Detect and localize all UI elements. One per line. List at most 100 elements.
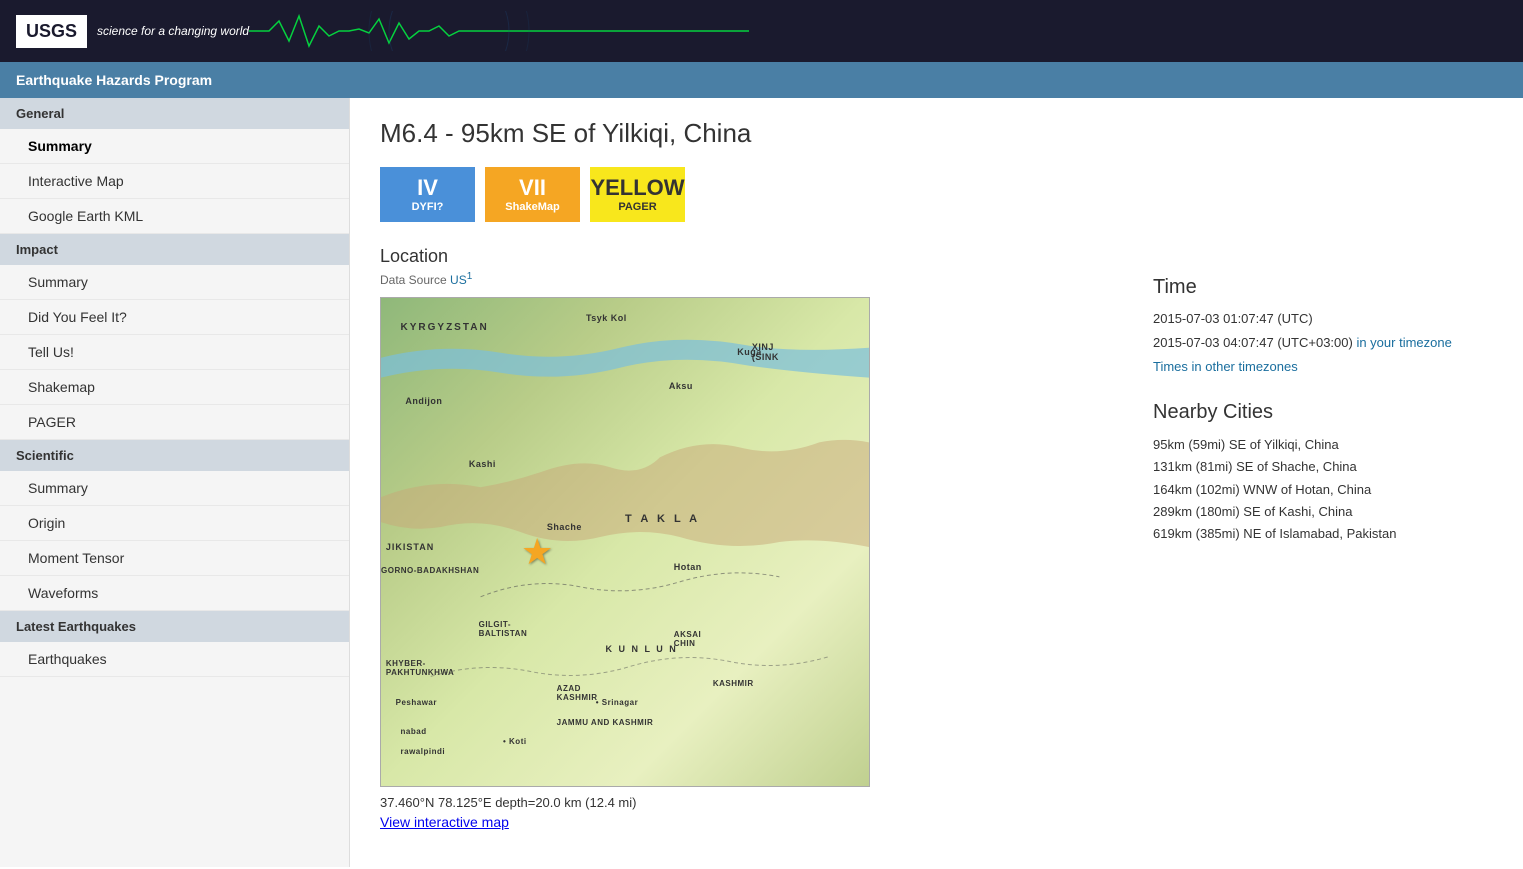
map-label-kyrgyzstan: KYRGYZSTAN	[401, 322, 489, 333]
dyfi-badge[interactable]: IV DYFI?	[380, 167, 475, 222]
nearby-cities-section: Nearby Cities 95km (59mi) SE of Yilkiqi,…	[1153, 401, 1493, 544]
city-3: 164km (102mi) WNW of Hotan, China	[1153, 479, 1493, 501]
view-map-container: View interactive map	[380, 814, 1113, 830]
city-1: 95km (59mi) SE of Yilkiqi, China	[1153, 434, 1493, 456]
google-earth-label: Google Earth KML	[28, 208, 143, 224]
data-source-link[interactable]: US1	[450, 273, 472, 287]
general-section-label: General	[16, 106, 64, 121]
map-label-hotan: Hotan	[674, 562, 702, 572]
local-time-line: 2015-07-03 04:07:47 (UTC+03:00) in your …	[1153, 333, 1493, 354]
interactive-map-label: Interactive Map	[28, 173, 124, 189]
other-timezones-text: Times in other timezones	[1153, 359, 1298, 374]
map-terrain-svg	[381, 298, 869, 786]
sidebar-item-google-earth[interactable]: Google Earth KML	[0, 199, 349, 234]
data-source-link-text: US	[450, 273, 467, 287]
view-map-text: View interactive map	[380, 814, 509, 830]
shakemap-number: VII	[519, 176, 546, 200]
nav-bar: Earthquake Hazards Program	[0, 62, 1523, 98]
map-label-tsykkol: Tsyk Kol	[586, 313, 627, 323]
map-label-kashi: Kashi	[469, 459, 496, 469]
tell-us-label: Tell Us!	[28, 344, 74, 360]
map-label-gorno: GORNO-BADAKHSHAN	[381, 566, 479, 575]
sidebar-item-summary-general[interactable]: Summary	[0, 129, 349, 164]
map-label-taklamakan: T A K L A	[625, 513, 700, 525]
info-layout: Location Data Source US1	[380, 246, 1493, 830]
pager-label: PAGER	[618, 201, 656, 213]
sidebar-section-general: General	[0, 98, 349, 129]
map-image: KYRGYZSTAN Tsyk Kol Kuga Aksu XINJ(SINK …	[381, 298, 869, 786]
wave-decoration	[249, 11, 749, 51]
logo-text: USGS	[26, 21, 77, 41]
sidebar-item-tell-us[interactable]: Tell Us!	[0, 335, 349, 370]
map-label-jammukashmir: JAMMU AND KASHMIR	[557, 718, 654, 727]
usgs-tagline: science for a changing world	[97, 24, 249, 38]
coords-text: 37.460°N 78.125°E depth=20.0 km (12.4 mi…	[380, 795, 1113, 810]
sidebar-item-did-you-feel[interactable]: Did You Feel It?	[0, 300, 349, 335]
shakemap-label: ShakeMap	[505, 201, 559, 213]
coords-value: 37.460°N 78.125°E depth=20.0 km (12.4 mi…	[380, 795, 636, 810]
map-label-gilgit: GILGIT-BALTISTAN	[479, 620, 528, 638]
sidebar-item-pager[interactable]: PAGER	[0, 405, 349, 440]
city-4: 289km (180mi) SE of Kashi, China	[1153, 501, 1493, 523]
logo-area: USGS science for a changing world	[16, 15, 249, 48]
sidebar-item-waveforms[interactable]: Waveforms	[0, 576, 349, 611]
summary-general-label: Summary	[28, 138, 92, 154]
location-section: Location Data Source US1	[380, 246, 1113, 830]
sidebar-item-earthquakes[interactable]: Earthquakes	[0, 642, 349, 677]
utc-time: 2015-07-03 01:07:47 (UTC)	[1153, 309, 1493, 330]
summary-scientific-label: Summary	[28, 480, 88, 496]
moment-tensor-label: Moment Tensor	[28, 550, 124, 566]
map-label-nabad: nabad	[401, 727, 427, 736]
time-section: Time 2015-07-03 01:07:47 (UTC) 2015-07-0…	[1153, 276, 1493, 377]
sidebar-section-latest: Latest Earthquakes	[0, 611, 349, 642]
time-title: Time	[1153, 276, 1493, 299]
data-source-sup: 1	[467, 271, 473, 282]
your-timezone-text: in your timezone	[1356, 335, 1451, 350]
sidebar-item-summary-impact[interactable]: Summary	[0, 265, 349, 300]
sidebar-section-impact: Impact	[0, 234, 349, 265]
data-source: Data Source US1	[380, 271, 1113, 287]
sidebar-item-shakemap[interactable]: Shakemap	[0, 370, 349, 405]
map-label-andijon: Andijon	[405, 396, 442, 406]
pager-label: PAGER	[28, 414, 76, 430]
sidebar-item-moment-tensor[interactable]: Moment Tensor	[0, 541, 349, 576]
map-label-aksu: Aksu	[669, 381, 693, 391]
waveforms-label: Waveforms	[28, 585, 98, 601]
pager-number: YELLOW	[590, 176, 684, 200]
map-label-xinj: XINJ(SINK	[752, 342, 779, 362]
map-label-srinagar: • Srinagar	[596, 698, 638, 707]
sidebar-item-summary-scientific[interactable]: Summary	[0, 471, 349, 506]
main-layout: General Summary Interactive Map Google E…	[0, 98, 1523, 867]
info-panel: Time 2015-07-03 01:07:47 (UTC) 2015-07-0…	[1153, 246, 1493, 569]
usgs-logo: USGS	[16, 15, 87, 48]
sidebar-item-interactive-map[interactable]: Interactive Map	[0, 164, 349, 199]
other-timezones-link[interactable]: Times in other timezones	[1153, 359, 1298, 374]
map-label-kunlun: K U N L U N	[605, 644, 677, 654]
map-container[interactable]: KYRGYZSTAN Tsyk Kol Kuga Aksu XINJ(SINK …	[380, 297, 870, 787]
summary-impact-label: Summary	[28, 274, 88, 290]
map-label-kashmir: KASHMIR	[713, 679, 754, 688]
nearby-cities-title: Nearby Cities	[1153, 401, 1493, 424]
map-label-azad: AZADKASHMIR	[557, 684, 598, 702]
main-content: M6.4 - 95km SE of Yilkiqi, China IV DYFI…	[350, 98, 1523, 867]
latest-earthquakes-label: Latest Earthquakes	[16, 619, 136, 634]
dyfi-label: DYFI?	[412, 201, 444, 213]
local-time: 2015-07-03 04:07:47 (UTC+03:00)	[1153, 335, 1353, 350]
view-interactive-map-link[interactable]: View interactive map	[380, 814, 509, 830]
page-title: M6.4 - 95km SE of Yilkiqi, China	[380, 118, 1493, 149]
dyfi-number: IV	[417, 176, 438, 200]
map-label-koti: • Koti	[503, 737, 527, 746]
your-timezone-link[interactable]: in your timezone	[1356, 335, 1451, 350]
data-source-label: Data Source	[380, 273, 447, 287]
sidebar: General Summary Interactive Map Google E…	[0, 98, 350, 867]
scientific-section-label: Scientific	[16, 448, 74, 463]
nav-title: Earthquake Hazards Program	[16, 72, 212, 88]
sidebar-item-origin[interactable]: Origin	[0, 506, 349, 541]
impact-section-label: Impact	[16, 242, 58, 257]
map-label-rawalpindi: rawalpindi	[401, 747, 446, 756]
pager-badge[interactable]: YELLOW PAGER	[590, 167, 685, 222]
other-timezones-line: Times in other timezones	[1153, 357, 1493, 378]
location-title: Location	[380, 246, 1113, 267]
map-label-peshawar: Peshawar	[396, 698, 437, 707]
shakemap-badge[interactable]: VII ShakeMap	[485, 167, 580, 222]
